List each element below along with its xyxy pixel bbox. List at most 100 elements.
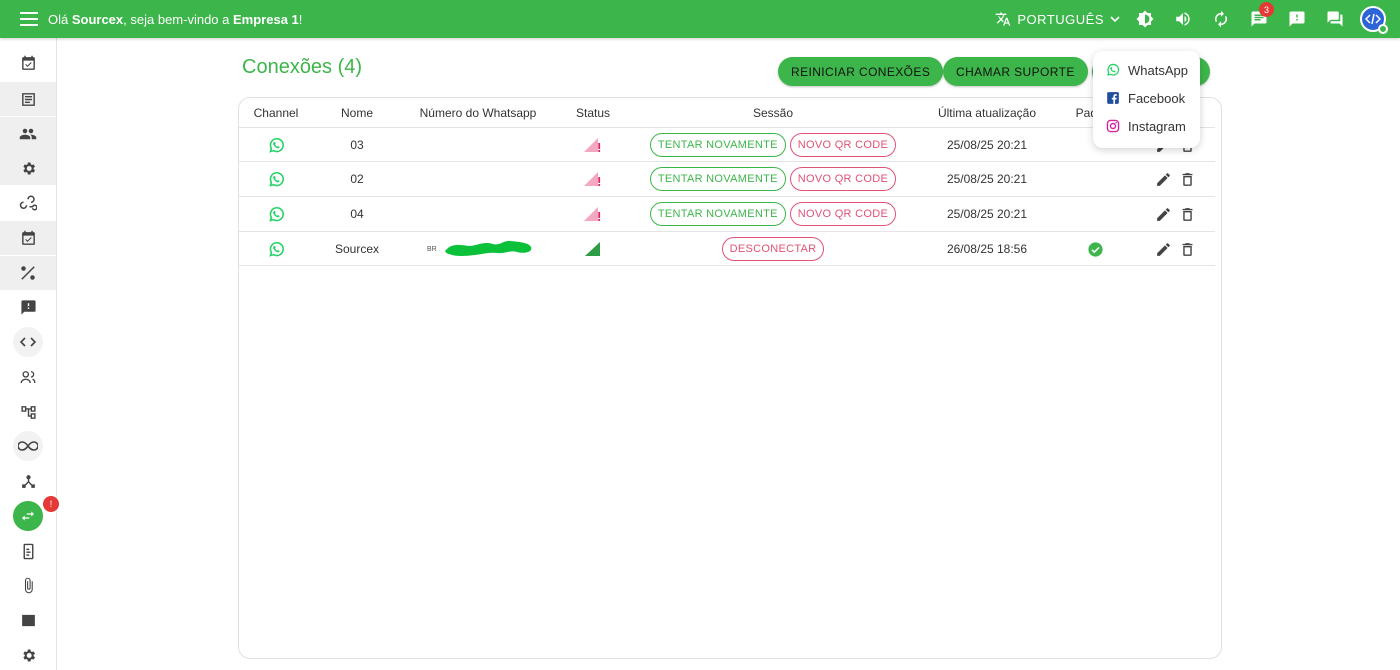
sidebar-alert-badge: ! bbox=[43, 496, 59, 512]
new-qr-code-button[interactable]: NOVO QR CODE bbox=[789, 133, 897, 157]
delete-icon[interactable] bbox=[1175, 237, 1199, 261]
facebook-icon bbox=[1107, 92, 1119, 104]
event-available-icon bbox=[21, 230, 35, 245]
sidebar-item-webhook[interactable] bbox=[0, 186, 56, 220]
edit-icon[interactable] bbox=[1151, 202, 1175, 226]
list-icon bbox=[21, 92, 35, 106]
channel-cell bbox=[239, 128, 313, 162]
chevron-down-icon bbox=[1110, 16, 1120, 23]
sidebar-item-people[interactable] bbox=[0, 117, 56, 151]
last-update-cell: 25/08/25 20:21 bbox=[946, 172, 1028, 186]
brightness-toggle-icon[interactable] bbox=[1126, 0, 1164, 38]
sidebar-item-settings[interactable] bbox=[0, 151, 56, 185]
retry-button[interactable]: TENTAR NOVAMENTE bbox=[649, 133, 786, 157]
greeting-suffix: ! bbox=[298, 11, 303, 27]
menu-item-whatsapp[interactable]: WhatsApp bbox=[1093, 56, 1200, 84]
sidebar-item-list[interactable] bbox=[0, 82, 56, 116]
sidebar-item-dashboard[interactable] bbox=[0, 46, 56, 80]
column-header-name: Nome bbox=[340, 106, 373, 120]
actions-cell bbox=[1139, 197, 1211, 231]
restart-connections-button[interactable]: REINICIAR CONEXÕES bbox=[778, 57, 944, 86]
sidebar-item-schedule[interactable] bbox=[0, 221, 56, 255]
sidebar-item-system-settings[interactable] bbox=[0, 638, 56, 670]
webhook-icon bbox=[19, 195, 37, 211]
language-label: PORTUGUÊS bbox=[1017, 11, 1104, 27]
whatsapp-icon bbox=[1107, 63, 1120, 76]
online-status-dot bbox=[1378, 24, 1388, 34]
sidebar-item-tools[interactable] bbox=[0, 256, 56, 290]
call-support-button[interactable]: CHAMAR SUPORTE bbox=[943, 57, 1088, 86]
volume-icon[interactable] bbox=[1164, 0, 1202, 38]
feedback-icon[interactable] bbox=[1278, 0, 1316, 38]
page-title: Conexões (4) bbox=[242, 56, 363, 78]
sidebar-item-finance[interactable] bbox=[0, 603, 56, 637]
number-cell bbox=[401, 162, 555, 196]
attach-file-icon bbox=[24, 577, 33, 593]
feedback-icon bbox=[20, 299, 36, 315]
top-app-bar: Olá Sourcex, seja bem-vindo a Empresa 1!… bbox=[0, 0, 1400, 38]
menu-item-label: WhatsApp bbox=[1128, 62, 1188, 78]
menu-icon[interactable] bbox=[19, 9, 39, 29]
retry-button[interactable]: TENTAR NOVAMENTE bbox=[649, 202, 786, 226]
last-update-cell: 26/08/25 18:56 bbox=[946, 242, 1028, 256]
column-header-session: Sessão bbox=[752, 106, 794, 120]
forum-icon[interactable] bbox=[1316, 0, 1354, 38]
table-row: 03 TENTAR NOVAMENTE NOVO QR CODE 25/08/2… bbox=[239, 127, 1215, 162]
sidebar-item-infinity[interactable] bbox=[0, 429, 56, 463]
name-cell: 03 bbox=[350, 138, 364, 152]
status-cell bbox=[555, 232, 631, 266]
whatsapp-icon bbox=[268, 137, 284, 153]
name-cell: 04 bbox=[350, 207, 364, 221]
connections-table: Channel Nome Número do Whatsapp Status S… bbox=[238, 97, 1222, 659]
sidebar-item-feedback[interactable] bbox=[0, 290, 56, 324]
country-code: BR bbox=[427, 245, 437, 253]
menu-item-label: Facebook bbox=[1128, 90, 1186, 106]
sidebar-item-tree[interactable] bbox=[0, 395, 56, 429]
refresh-icon[interactable] bbox=[1202, 0, 1240, 38]
session-cell: TENTAR NOVAMENTE NOVO QR CODE bbox=[631, 162, 915, 196]
edit-icon[interactable] bbox=[1151, 237, 1175, 261]
default-cell bbox=[1059, 232, 1131, 266]
actions-cell bbox=[1139, 232, 1211, 266]
actions-cell bbox=[1139, 162, 1211, 196]
language-selector[interactable]: PORTUGUÊS bbox=[995, 11, 1120, 27]
delete-icon[interactable] bbox=[1175, 202, 1199, 226]
sidebar-item-mobile[interactable] bbox=[0, 534, 56, 568]
sidebar-item-code[interactable] bbox=[0, 325, 56, 359]
session-cell: DESCONECTAR bbox=[631, 232, 915, 266]
sidebar-item-attachments[interactable] bbox=[0, 568, 56, 602]
retry-button[interactable]: TENTAR NOVAMENTE bbox=[649, 167, 786, 191]
number-cell bbox=[401, 197, 555, 231]
menu-item-instagram[interactable]: Instagram bbox=[1093, 112, 1200, 140]
check-circle-icon bbox=[1087, 241, 1103, 257]
menu-item-facebook[interactable]: Facebook bbox=[1093, 84, 1200, 112]
sidebar-item-hub[interactable] bbox=[0, 464, 56, 498]
status-cell bbox=[555, 162, 631, 196]
swap-horizontal-icon bbox=[22, 511, 34, 521]
money-icon bbox=[21, 614, 35, 626]
company-name: Empresa 1 bbox=[233, 11, 299, 27]
event-available-icon bbox=[21, 55, 35, 70]
add-connection-menu: WhatsApp Facebook Instagram bbox=[1093, 51, 1200, 148]
sidebar-item-contacts[interactable] bbox=[0, 360, 56, 394]
hub-icon bbox=[21, 474, 35, 488]
disconnect-button[interactable]: DESCONECTAR bbox=[721, 237, 825, 261]
user-avatar[interactable] bbox=[1360, 6, 1388, 34]
column-header-last-update: Última atualização bbox=[937, 106, 1037, 120]
chat-notifications-icon[interactable]: 3 bbox=[1240, 0, 1278, 38]
delete-icon[interactable] bbox=[1175, 167, 1199, 191]
new-qr-code-button[interactable]: NOVO QR CODE bbox=[789, 167, 897, 191]
redacted-number-mark bbox=[444, 240, 532, 256]
channel-cell bbox=[239, 197, 313, 231]
translate-icon bbox=[996, 12, 1011, 26]
sidebar-item-connections[interactable]: ! bbox=[0, 496, 59, 533]
new-qr-code-button[interactable]: NOVO QR CODE bbox=[789, 202, 897, 226]
status-cell bbox=[555, 197, 631, 231]
status-cell bbox=[555, 128, 631, 162]
last-update-cell: 25/08/25 20:21 bbox=[946, 138, 1028, 152]
edit-icon[interactable] bbox=[1151, 167, 1175, 191]
session-cell: TENTAR NOVAMENTE NOVO QR CODE bbox=[631, 128, 915, 162]
instagram-icon bbox=[1106, 119, 1120, 133]
tools-icon bbox=[21, 266, 35, 280]
signal-connected-icon bbox=[585, 242, 600, 256]
